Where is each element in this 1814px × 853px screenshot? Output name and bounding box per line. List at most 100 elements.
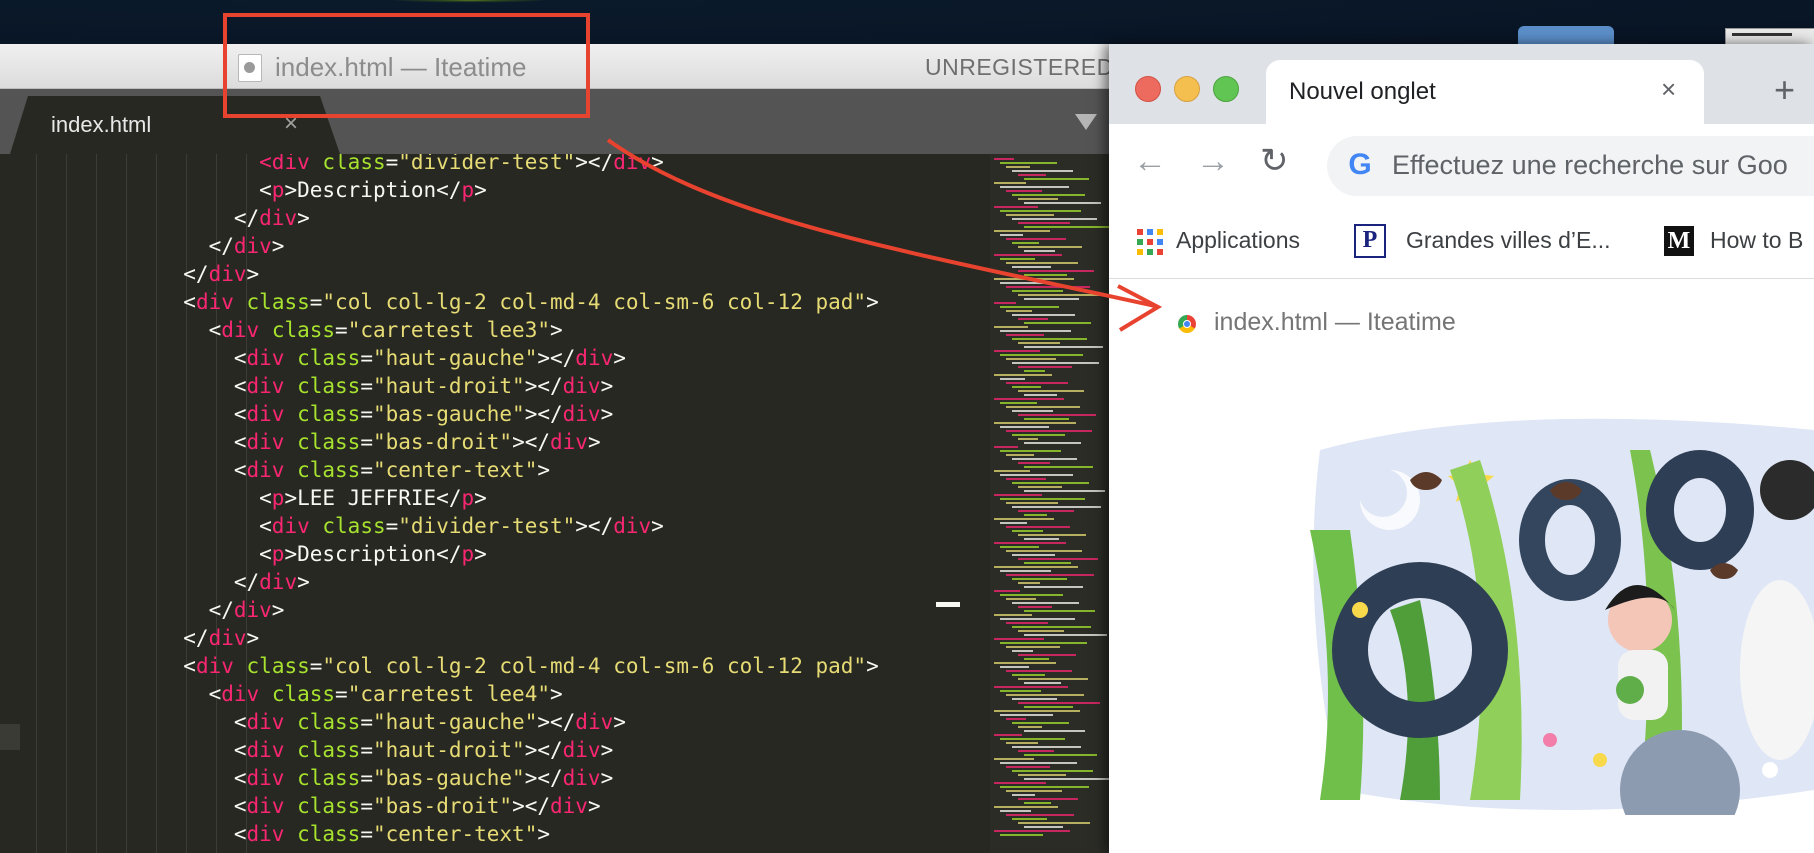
code-line[interactable]: <div class="col col-lg-2 col-md-4 col-sm… bbox=[158, 652, 878, 680]
tab-close-icon[interactable]: × bbox=[284, 110, 298, 138]
code-token: > bbox=[246, 626, 260, 650]
tab-menu-chevron-down-icon[interactable] bbox=[1075, 114, 1097, 130]
minimap[interactable] bbox=[990, 154, 1110, 853]
zoom-window-icon[interactable] bbox=[1213, 76, 1239, 102]
code-token: p bbox=[461, 542, 475, 566]
bookmark-p-icon[interactable]: P bbox=[1354, 224, 1386, 258]
code-line[interactable]: </div> bbox=[158, 232, 879, 260]
minimap-line bbox=[1024, 706, 1073, 708]
folder-icon[interactable] bbox=[1518, 26, 1614, 46]
code-token: p bbox=[271, 486, 285, 510]
code-line[interactable]: <div class="haut-droit"></div> bbox=[158, 372, 879, 400]
code-line[interactable]: <p>Description</p> bbox=[158, 540, 879, 568]
sublime-titlebar[interactable]: index.html — Iteatime UNREGISTERED bbox=[0, 44, 1113, 89]
minimap-line bbox=[1012, 386, 1041, 388]
code-token: div bbox=[550, 794, 588, 818]
minimap-line bbox=[1018, 582, 1040, 584]
code-line[interactable]: <div class="center-text"> bbox=[158, 456, 879, 484]
code-line[interactable]: <div class="center-text"> bbox=[158, 820, 879, 848]
minimap-line bbox=[1006, 598, 1036, 600]
code-token: < bbox=[158, 290, 196, 314]
code-lines[interactable]: <div class="divider-test"></div> <p>Desc… bbox=[158, 154, 879, 848]
minimap-line bbox=[1018, 654, 1076, 656]
code-token: </ bbox=[158, 570, 260, 594]
minimap-line bbox=[994, 470, 1030, 472]
bookmark-m-icon[interactable]: M bbox=[1664, 226, 1694, 256]
code-token: ></ bbox=[524, 374, 563, 398]
text-cursor bbox=[936, 602, 960, 607]
close-window-icon[interactable] bbox=[1135, 76, 1161, 102]
new-tab-plus-icon[interactable]: + bbox=[1774, 72, 1795, 108]
google-doodle[interactable] bbox=[1300, 410, 1814, 815]
minimap-line bbox=[994, 446, 1018, 448]
code-token: div bbox=[246, 822, 285, 846]
bookmark-applications[interactable]: Applications bbox=[1176, 227, 1300, 254]
code-line[interactable]: <div class="bas-droit"></div> bbox=[158, 792, 879, 820]
code-token: </ bbox=[158, 262, 209, 286]
code-line[interactable]: <div class="haut-gauche"></div> bbox=[158, 708, 879, 736]
code-token: = bbox=[309, 654, 323, 678]
apps-grid-icon[interactable] bbox=[1137, 229, 1163, 255]
code-line[interactable]: <div class="bas-gauche"></div> bbox=[158, 400, 879, 428]
code-line[interactable]: <p>Description</p> bbox=[158, 176, 879, 204]
code-line[interactable]: <div class="divider-test"></div> bbox=[158, 154, 879, 176]
omnibox-placeholder[interactable]: Effectuez une recherche sur Goo bbox=[1392, 150, 1788, 181]
code-line[interactable]: <div class="col col-lg-2 col-md-4 col-sm… bbox=[158, 288, 878, 316]
minimize-window-icon[interactable] bbox=[1174, 76, 1200, 102]
code-line[interactable]: <div class="carretest lee3"> bbox=[158, 316, 879, 344]
code-line[interactable]: </div> bbox=[158, 624, 879, 652]
code-token: div bbox=[221, 682, 260, 706]
code-line[interactable]: </div> bbox=[158, 260, 879, 288]
minimap-line bbox=[1006, 766, 1050, 768]
code-line[interactable]: <div class="carretest lee4"> bbox=[158, 680, 879, 708]
code-line[interactable]: </div> bbox=[158, 204, 879, 232]
code-editor[interactable]: <div class="divider-test"></div> <p>Desc… bbox=[0, 154, 1000, 853]
forward-arrow-icon[interactable]: → bbox=[1196, 144, 1230, 178]
code-token: p bbox=[461, 178, 475, 202]
indent-guide bbox=[96, 154, 97, 853]
minimap-line bbox=[994, 782, 1046, 784]
minimap-line bbox=[1012, 458, 1077, 460]
code-line[interactable]: <div class="bas-gauche"></div> bbox=[158, 764, 879, 792]
reload-icon[interactable]: ↻ bbox=[1260, 144, 1289, 178]
minimap-line bbox=[1018, 606, 1052, 608]
code-line[interactable]: <div class="haut-gauche"></div> bbox=[158, 344, 879, 372]
code-token: = bbox=[360, 822, 373, 846]
minimap-line bbox=[994, 542, 1066, 544]
code-line[interactable]: <p>LEE JEFFRIE</p> bbox=[158, 484, 879, 512]
code-line[interactable]: <div class="haut-droit"></div> bbox=[158, 736, 879, 764]
code-token: div bbox=[562, 738, 601, 762]
minimap-line bbox=[994, 182, 1026, 184]
code-line[interactable]: <div class="divider-test"></div> bbox=[158, 512, 879, 540]
minimap-line bbox=[1024, 274, 1067, 276]
code-token: div bbox=[562, 374, 601, 398]
code-token: = bbox=[335, 682, 348, 706]
code-token: < bbox=[158, 822, 247, 846]
code-token: ></ bbox=[524, 402, 563, 426]
code-line[interactable]: <div class="bas-droit"></div> bbox=[158, 428, 879, 456]
code-token: class bbox=[297, 458, 361, 482]
code-token: ></ bbox=[512, 794, 550, 818]
code-token: class bbox=[271, 318, 336, 342]
code-token: div bbox=[246, 374, 285, 398]
code-token: "haut-gauche" bbox=[372, 346, 538, 370]
bookmark-grandes-villes[interactable]: Grandes villes d’E... bbox=[1406, 227, 1611, 254]
code-token: class bbox=[297, 822, 361, 846]
code-line[interactable]: </div> bbox=[158, 596, 879, 624]
document-icon[interactable] bbox=[238, 54, 262, 82]
code-token: = bbox=[335, 318, 348, 342]
tab-close-icon[interactable]: × bbox=[1661, 74, 1676, 105]
code-line[interactable]: </div> bbox=[158, 568, 879, 596]
back-arrow-icon[interactable]: ← bbox=[1133, 144, 1167, 178]
code-token: > bbox=[613, 710, 626, 734]
code-token: div bbox=[233, 598, 272, 622]
minimap-line bbox=[1024, 346, 1103, 348]
minimap-line bbox=[1012, 722, 1069, 724]
minimap-line bbox=[1018, 510, 1074, 512]
bookmark-how-to[interactable]: How to B bbox=[1710, 227, 1803, 254]
tab-title[interactable]: Nouvel onglet bbox=[1289, 78, 1436, 106]
tab-label[interactable]: index.html bbox=[51, 112, 151, 138]
